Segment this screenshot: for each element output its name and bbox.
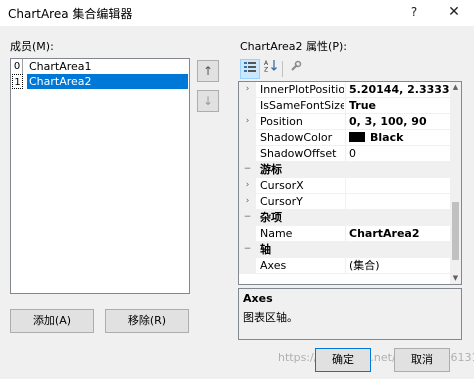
property-value[interactable]: ChartArea2 <box>345 226 451 242</box>
property-value[interactable]: True <box>345 98 451 114</box>
remove-button[interactable]: 移除(R) <box>105 309 189 333</box>
property-value[interactable] <box>345 194 451 210</box>
property-value[interactable]: 0 <box>345 146 451 162</box>
property-value[interactable] <box>345 178 451 194</box>
description-title: Axes <box>243 292 273 305</box>
expand-icon[interactable]: › <box>239 194 256 210</box>
categorized-icon[interactable] <box>240 59 260 79</box>
add-button[interactable]: 添加(A) <box>10 309 94 333</box>
gutter <box>239 146 256 162</box>
property-row-shadow-offset[interactable]: ShadowOffset 0 <box>239 146 451 162</box>
property-name: Axes <box>260 259 287 272</box>
property-name: ShadowColor <box>260 131 333 144</box>
scroll-up-icon[interactable]: ▲ <box>450 82 461 93</box>
window-title: ChartArea 集合编辑器 <box>8 7 133 21</box>
expand-icon[interactable]: › <box>239 178 256 194</box>
arrow-down-icon: ↓ <box>202 94 214 108</box>
description-text: 图表区轴。 <box>243 311 298 324</box>
help-button[interactable]: ? <box>396 0 432 26</box>
property-name: IsSameFontSizeFo <box>260 99 344 112</box>
property-row-position[interactable]: › Position 0, 3, 100, 90 <box>239 114 451 130</box>
list-item-name: ChartArea2 <box>27 74 188 89</box>
collapse-icon[interactable]: − <box>239 162 256 178</box>
arrow-up-icon: ↑ <box>202 64 214 78</box>
list-item-name: ChartArea1 <box>29 60 92 73</box>
gutter <box>239 130 256 146</box>
cancel-button[interactable]: 取消 <box>394 348 450 372</box>
property-name: Position <box>260 115 303 128</box>
property-grid[interactable]: › InnerPlotPosition 5.20144, 2.33333, 90… <box>238 81 462 285</box>
members-label: 成员(M): <box>10 40 54 53</box>
property-name: Name <box>260 227 293 240</box>
property-name: InnerPlotPosition <box>260 83 344 96</box>
scroll-down-icon[interactable]: ▼ <box>450 273 461 284</box>
vertical-scrollbar[interactable]: ▲ ▼ <box>450 82 461 284</box>
title-bar: ChartArea 集合编辑器 ? ✕ <box>0 0 474 26</box>
gutter <box>239 258 256 274</box>
property-value[interactable]: Black <box>345 130 451 146</box>
property-value[interactable]: 0, 3, 100, 90 <box>345 114 451 130</box>
property-name: CursorY <box>260 195 303 208</box>
property-row-axes[interactable]: Axes (集合) <box>239 258 451 274</box>
property-name: CursorX <box>260 179 304 192</box>
property-value[interactable]: (集合) <box>345 258 451 274</box>
scroll-thumb[interactable] <box>452 202 459 260</box>
properties-label: ChartArea2 属性(P): <box>240 40 347 53</box>
property-row-inner-plot-position[interactable]: › InnerPlotPosition 5.20144, 2.33333, 90… <box>239 82 451 98</box>
category-name: 游标 <box>260 163 282 176</box>
category-name: 杂项 <box>260 211 282 224</box>
property-toolbar: AZ <box>238 58 462 80</box>
gutter <box>239 98 256 114</box>
toolbar-separator <box>282 61 283 77</box>
color-swatch <box>349 132 365 142</box>
category-row-misc[interactable]: − 杂项 <box>239 210 451 226</box>
description-panel: Axes 图表区轴。 <box>238 288 462 340</box>
property-row-shadow-color[interactable]: ShadowColor Black <box>239 130 451 146</box>
ok-button[interactable]: 确定 <box>315 348 371 372</box>
color-name: Black <box>370 131 404 144</box>
collapse-icon[interactable]: − <box>239 210 256 226</box>
list-item-index: 1 <box>12 74 23 89</box>
expand-icon[interactable]: › <box>239 114 256 130</box>
list-item-index: 0 <box>12 59 23 74</box>
expand-icon[interactable]: › <box>239 82 256 98</box>
gutter <box>239 226 256 242</box>
property-row-cursor-x[interactable]: › CursorX <box>239 178 451 194</box>
category-row-axis[interactable]: − 轴 <box>239 242 451 258</box>
alphabetical-icon[interactable]: AZ <box>261 59 281 79</box>
category-row-cursor[interactable]: − 游标 <box>239 162 451 178</box>
move-down-button[interactable]: ↓ <box>197 90 219 112</box>
list-item[interactable]: 0 ChartArea1 <box>11 59 189 74</box>
collapse-icon[interactable]: − <box>239 242 256 258</box>
members-list[interactable]: 0 ChartArea1 1 ChartArea2 <box>10 58 190 294</box>
property-row-is-same-font-size[interactable]: IsSameFontSizeFo True <box>239 98 451 114</box>
property-row-cursor-y[interactable]: › CursorY <box>239 194 451 210</box>
close-button[interactable]: ✕ <box>436 0 472 26</box>
category-name: 轴 <box>260 243 271 256</box>
property-name: ShadowOffset <box>260 147 337 160</box>
move-up-button[interactable]: ↑ <box>197 60 219 82</box>
list-item-selected[interactable]: 1 ChartArea2 <box>11 74 189 89</box>
wrench-icon[interactable] <box>286 59 306 79</box>
property-row-name[interactable]: Name ChartArea2 <box>239 226 451 242</box>
property-value[interactable]: 5.20144, 2.33333, 90. <box>345 82 451 98</box>
svg-text:Z: Z <box>264 67 268 73</box>
